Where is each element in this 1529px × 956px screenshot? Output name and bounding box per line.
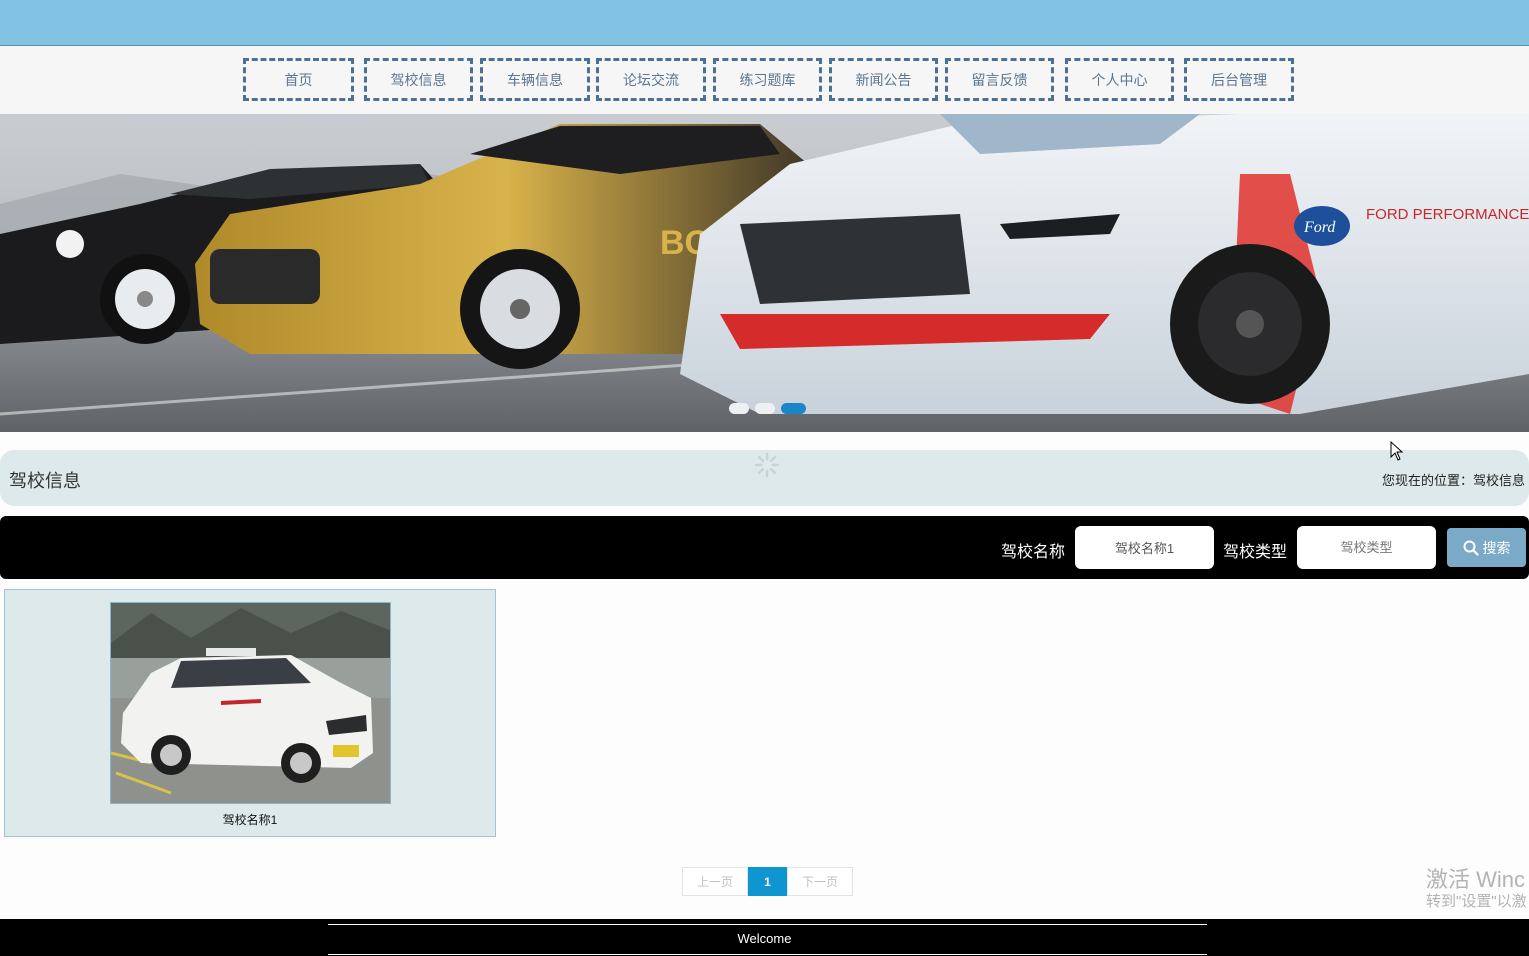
carousel-dot-3[interactable] <box>781 403 806 414</box>
activation-watermark-subtitle: 转到"设置"以激 <box>1426 893 1527 910</box>
school-name-label: 驾校名称 <box>1001 544 1066 561</box>
footer-divider-top <box>328 924 1207 925</box>
footer: Welcome <box>0 919 1529 956</box>
school-type-label: 驾校类型 <box>1223 544 1288 561</box>
nav-item-vehicles[interactable]: 车辆信息 <box>480 58 590 101</box>
footer-divider-bottom <box>328 954 1207 955</box>
next-page-button[interactable]: 下一页 <box>787 867 853 896</box>
banner-carousel[interactable]: BC Ford FORD PERFORMANCE <box>0 114 1529 432</box>
search-button[interactable]: 搜索 <box>1447 528 1526 567</box>
loading-spinner-icon <box>754 452 780 478</box>
svg-text:Ford: Ford <box>1303 219 1336 236</box>
mouse-cursor-icon <box>1390 441 1404 461</box>
main-nav: 首页 驾校信息 车辆信息 论坛交流 练习题库 新闻公告 留言反馈 个人中心 后台… <box>0 46 1529 114</box>
search-button-label: 搜索 <box>1482 539 1511 556</box>
svg-text:FORD PERFORMANCE: FORD PERFORMANCE <box>1366 206 1529 223</box>
nav-item-home[interactable]: 首页 <box>243 58 354 101</box>
school-type-input[interactable] <box>1297 526 1436 569</box>
prev-page-button[interactable]: 上一页 <box>682 867 748 896</box>
nav-item-profile[interactable]: 个人中心 <box>1065 58 1174 101</box>
carousel-dot-2[interactable] <box>755 403 775 414</box>
school-card-name[interactable]: 驾校名称1 <box>5 811 495 828</box>
search-icon <box>1463 540 1479 556</box>
page-title: 驾校信息 <box>9 471 81 491</box>
banner-image: BC Ford FORD PERFORMANCE <box>0 114 1529 432</box>
top-header-bar <box>0 0 1529 46</box>
nav-item-question-bank[interactable]: 练习题库 <box>713 58 822 101</box>
breadcrumb: 您现在的位置：驾校信息 <box>1381 473 1525 488</box>
school-card[interactable]: 驾校名称1 <box>4 589 496 837</box>
school-name-input[interactable] <box>1075 526 1214 569</box>
footer-welcome: Welcome <box>737 931 792 946</box>
search-bar: 驾校名称 驾校类型 搜索 <box>0 516 1529 579</box>
pagination: 上一页 1 下一页 <box>682 867 853 896</box>
nav-item-driving-school[interactable]: 驾校信息 <box>364 58 473 101</box>
nav-item-news[interactable]: 新闻公告 <box>829 58 938 101</box>
school-card-image[interactable] <box>110 602 391 804</box>
driving-school-car-photo <box>111 603 390 803</box>
nav-item-forum[interactable]: 论坛交流 <box>596 58 706 101</box>
carousel-dot-1[interactable] <box>729 403 749 414</box>
nav-item-feedback[interactable]: 留言反馈 <box>945 58 1054 101</box>
page-1-button[interactable]: 1 <box>748 867 787 896</box>
nav-item-admin[interactable]: 后台管理 <box>1184 58 1294 101</box>
location-bar: 驾校信息 您现在的位置：驾校信息 <box>0 450 1529 506</box>
